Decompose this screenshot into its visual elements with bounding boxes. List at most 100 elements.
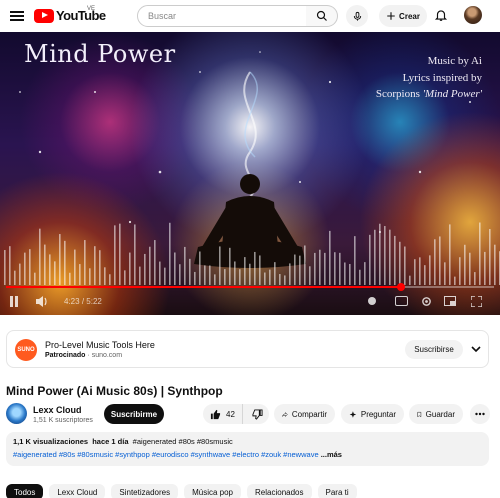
time-separator: /	[81, 297, 85, 306]
pause-icon[interactable]	[8, 294, 20, 308]
sponsored-ad-card[interactable]: SUNO Pro-Level Music Tools Here Patrocin…	[6, 330, 489, 368]
visualizer-bar	[49, 254, 51, 285]
visualizer-bar	[59, 234, 61, 285]
filter-chip[interactable]: Relacionados	[247, 484, 312, 498]
dislike-button[interactable]	[247, 404, 269, 424]
search-input[interactable]: Buscar	[137, 5, 307, 27]
visualizer-bar	[134, 224, 136, 285]
visualizer-bar	[224, 269, 226, 285]
show-more-link[interactable]: ...más	[321, 450, 342, 459]
ad-domain: suno.com	[91, 352, 123, 359]
visualizer-bar	[14, 270, 16, 285]
visualizer-bar	[184, 246, 186, 285]
search-button[interactable]	[306, 5, 338, 27]
visualizer-bar	[229, 247, 231, 285]
ask-ai-button[interactable]: Preguntar	[341, 404, 404, 424]
progress-bar[interactable]	[6, 283, 494, 291]
visualizer-bar	[294, 254, 296, 285]
filter-chip[interactable]: Sintetizadores	[111, 484, 179, 498]
share-button[interactable]: Compartir	[274, 404, 335, 424]
visualizer-bar	[349, 263, 351, 285]
visualizer-bar	[284, 275, 286, 285]
progress-fill	[6, 286, 402, 288]
notifications-bell-icon[interactable]	[434, 8, 448, 22]
visualizer-bar	[144, 253, 146, 285]
visualizer-bar	[189, 258, 191, 285]
visualizer-bar	[9, 246, 11, 285]
audio-visualizer-bars	[4, 222, 500, 285]
visualizer-bar	[174, 252, 176, 285]
visualizer-bar	[419, 257, 421, 285]
visualizer-bar	[404, 246, 406, 285]
visualizer-bar	[79, 264, 81, 285]
subtitles-icon[interactable]	[394, 294, 408, 308]
search-icon	[316, 10, 327, 21]
visualizer-bar	[259, 255, 261, 285]
ad-title[interactable]: Pro-Level Music Tools Here	[45, 340, 155, 350]
sponsored-label: Patrocinado	[45, 352, 86, 359]
visualizer-bar	[389, 229, 391, 285]
visualizer-bar	[199, 251, 201, 285]
visualizer-bar	[289, 263, 291, 285]
filter-chip[interactable]: Música pop	[184, 484, 242, 498]
video-player[interactable]: Mind Power Music by Ai Lyrics inspired b…	[0, 32, 500, 315]
advertiser-logo: SUNO	[15, 339, 37, 361]
visualizer-bar	[34, 272, 36, 285]
youtube-logo[interactable]: YouTube VE	[34, 6, 106, 23]
visualizer-bar	[239, 269, 241, 285]
visualizer-bar	[334, 252, 336, 285]
visualizer-bar	[24, 252, 26, 285]
account-avatar[interactable]	[464, 6, 482, 24]
thumbs-down-icon	[252, 408, 263, 420]
visualizer-bar	[374, 229, 376, 285]
filter-chip[interactable]: Todos	[6, 484, 44, 498]
visualizer-bar	[319, 249, 321, 285]
visualizer-bar	[394, 235, 396, 285]
save-label: Guardar	[425, 409, 455, 419]
ad-meta: Patrocinado · suno.com	[45, 352, 123, 359]
filter-chip[interactable]: Para ti	[317, 484, 357, 498]
autoplay-toggle-icon[interactable]	[366, 294, 378, 308]
visualizer-bar	[254, 251, 256, 285]
visualizer-bar	[194, 271, 196, 285]
visualizer-bar	[89, 268, 91, 285]
filter-chip[interactable]: Lexx Cloud	[49, 484, 106, 498]
fullscreen-icon[interactable]	[470, 294, 482, 308]
visualizer-bar	[209, 265, 211, 285]
like-button[interactable]: 42	[203, 404, 243, 424]
settings-gear-icon[interactable]	[420, 294, 432, 308]
visualizer-bar	[379, 223, 381, 285]
hashtags[interactable]: #aigenerated #80s #80smusic #synthpop #e…	[13, 450, 319, 459]
create-button[interactable]: Crear	[379, 5, 427, 27]
miniplayer-icon[interactable]	[444, 294, 456, 308]
overlay-title: Mind Power	[24, 40, 176, 68]
chevron-down-icon[interactable]	[471, 344, 481, 354]
credit-line-3-text: Scorpions	[375, 88, 423, 100]
channel-avatar[interactable]	[6, 403, 27, 424]
credit-line-3: Scorpions 'Mind Power'	[376, 88, 482, 100]
visualizer-bar	[234, 261, 236, 285]
visualizer-bar	[19, 263, 21, 285]
more-actions-button[interactable]	[470, 404, 490, 424]
voice-search-button[interactable]	[346, 5, 368, 27]
plus-icon	[387, 12, 395, 20]
subscribe-button[interactable]: Suscribirme	[104, 404, 164, 424]
save-button[interactable]: Guardar	[409, 404, 463, 424]
menu-icon[interactable]	[10, 9, 24, 23]
channel-name[interactable]: Lexx Cloud	[33, 405, 82, 415]
volume-icon[interactable]	[36, 294, 48, 308]
like-dislike-group: 42	[203, 404, 269, 424]
visualizer-bar	[244, 257, 246, 285]
visualizer-bar	[329, 230, 331, 285]
visualizer-bar	[274, 262, 276, 285]
visualizer-bar	[119, 223, 121, 285]
visualizer-bar	[364, 262, 366, 285]
visualizer-bar	[309, 266, 311, 285]
visualizer-bar	[124, 270, 126, 285]
visualizer-bar	[54, 261, 56, 285]
ad-subscribe-button[interactable]: Suscribirse	[405, 340, 463, 359]
visualizer-bar	[219, 246, 221, 285]
description-box[interactable]: 1,1 K visualizaciones hace 1 día #aigene…	[6, 432, 489, 466]
visualizer-bar	[339, 252, 341, 285]
visualizer-bar	[384, 226, 386, 285]
